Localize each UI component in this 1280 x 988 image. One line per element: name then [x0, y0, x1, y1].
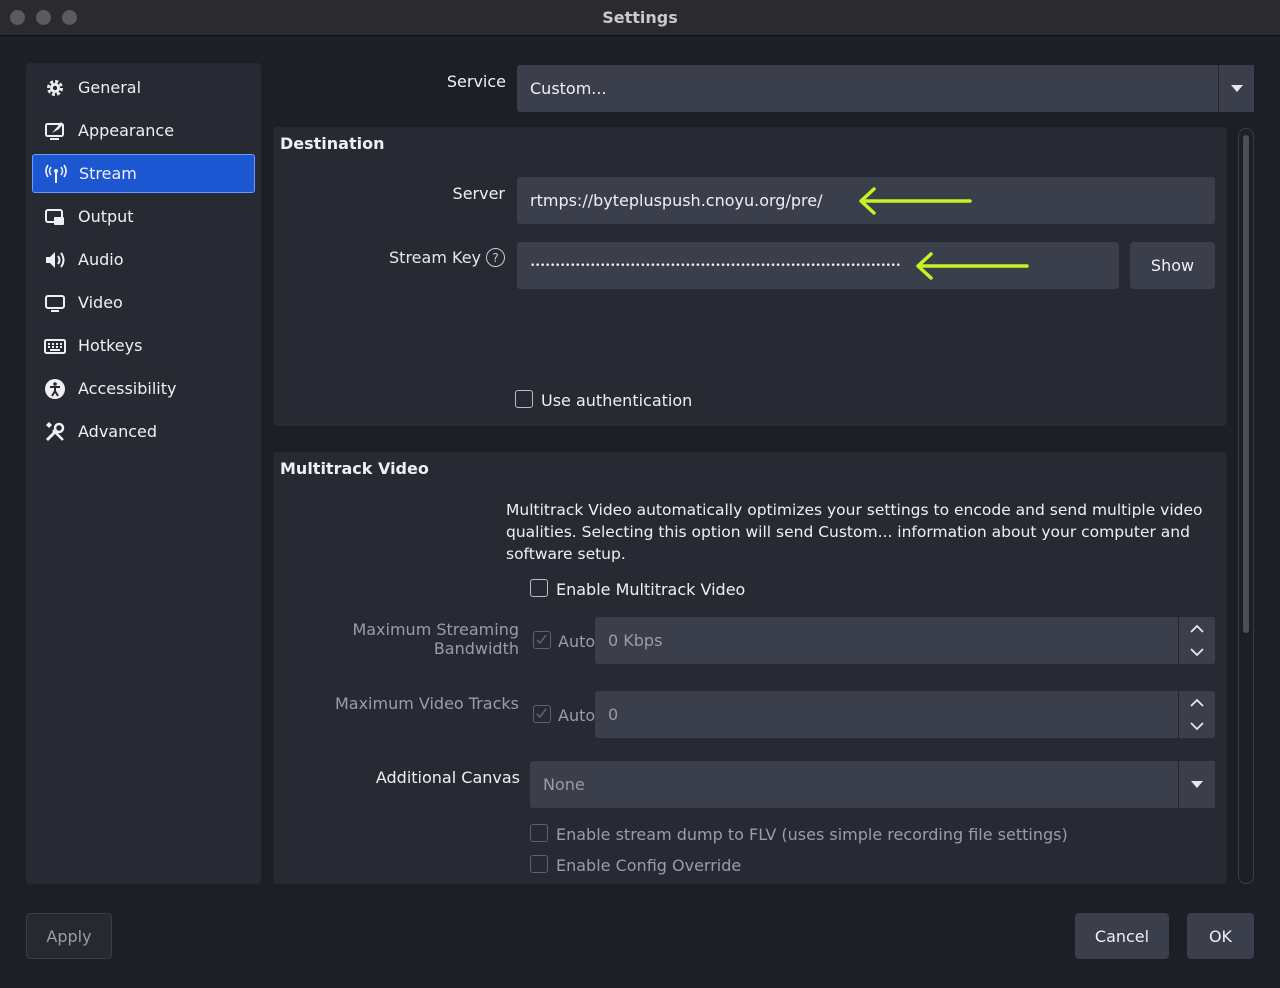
sidebar-item-label: Hotkeys	[78, 336, 143, 355]
stream-key-label-group: Stream Key ?	[373, 248, 505, 267]
chevron-up-icon[interactable]	[1179, 617, 1214, 641]
window-title: Settings	[602, 8, 678, 27]
service-dropdown-button[interactable]	[1218, 65, 1254, 112]
service-value: Custom...	[530, 79, 607, 98]
use-authentication-label: Use authentication	[541, 391, 693, 410]
bandwidth-label: Maximum Streaming Bandwidth	[352, 620, 519, 658]
sidebar-item-video[interactable]: Video	[32, 283, 255, 322]
service-label: Service	[446, 72, 506, 91]
appearance-icon	[44, 120, 66, 142]
sidebar-item-stream[interactable]: Stream	[32, 154, 255, 193]
stream-key-label: Stream Key	[389, 248, 481, 267]
output-icon	[44, 206, 66, 228]
bandwidth-auto-checkbox[interactable]	[533, 631, 551, 649]
multitrack-group: Multitrack Video Multitrack Video automa…	[273, 452, 1227, 884]
settings-scrollbar[interactable]	[1238, 128, 1254, 884]
enable-multitrack-checkbox[interactable]	[530, 579, 548, 597]
bandwidth-input[interactable]: 0 Kbps	[595, 617, 1215, 664]
bandwidth-value: 0 Kbps	[608, 631, 663, 650]
monitor-icon	[44, 292, 66, 314]
tracks-auto-checkbox[interactable]	[533, 705, 551, 723]
antenna-icon	[45, 163, 67, 185]
annotation-arrow-icon	[915, 251, 1029, 280]
sidebar-item-output[interactable]: Output	[32, 197, 255, 236]
stream-key-input[interactable]: ••••••••••••••••••••••••••••••••••••••••…	[517, 242, 1119, 289]
service-select[interactable]: Custom...	[517, 65, 1254, 112]
ok-button[interactable]: OK	[1187, 913, 1254, 959]
checkmark-icon	[536, 634, 547, 645]
help-icon[interactable]: ?	[486, 248, 505, 267]
server-label: Server	[452, 184, 505, 203]
video-tracks-label: Maximum Video Tracks	[334, 694, 519, 713]
server-input[interactable]: rtmps://bytepluspush.cnoyu.org/pre/	[517, 177, 1215, 224]
config-override-label: Enable Config Override	[556, 856, 742, 875]
tracks-auto-label: Auto	[558, 706, 596, 725]
show-key-button[interactable]: Show	[1130, 242, 1215, 289]
sidebar-item-label: Video	[78, 293, 123, 312]
sidebar-item-label: Audio	[78, 250, 124, 269]
checkmark-icon	[536, 708, 547, 719]
video-tracks-value: 0	[608, 705, 619, 724]
sidebar-item-advanced[interactable]: Advanced	[32, 412, 255, 451]
config-override-checkbox[interactable]	[530, 855, 548, 873]
bandwidth-spinner[interactable]	[1178, 617, 1214, 664]
video-tracks-spinner[interactable]	[1178, 691, 1214, 738]
tools-icon	[44, 421, 66, 443]
destination-group: Destination Server rtmps://bytepluspush.…	[273, 127, 1227, 426]
settings-sidebar: General Appearance Stream Output Audio V…	[26, 63, 261, 884]
annotation-arrow-icon	[859, 186, 973, 215]
chevron-down-icon	[1191, 781, 1203, 788]
additional-canvas-label: Additional Canvas	[375, 768, 520, 787]
stream-dump-checkbox[interactable]	[530, 824, 548, 842]
chevron-down-icon[interactable]	[1179, 641, 1214, 665]
sidebar-item-appearance[interactable]: Appearance	[32, 111, 255, 150]
sidebar-item-label: Stream	[79, 164, 137, 183]
stream-dump-label: Enable stream dump to FLV (uses simple r…	[556, 825, 1068, 844]
additional-canvas-select[interactable]: None	[530, 761, 1215, 808]
sidebar-item-hotkeys[interactable]: Hotkeys	[32, 326, 255, 365]
chevron-down-icon	[1230, 85, 1243, 92]
scrollbar-thumb[interactable]	[1243, 135, 1249, 633]
chevron-up-icon[interactable]	[1179, 691, 1214, 715]
additional-canvas-value: None	[543, 775, 585, 794]
enable-multitrack-label: Enable Multitrack Video	[556, 580, 746, 599]
destination-title: Destination	[280, 134, 385, 153]
multitrack-description: Multitrack Video automatically optimizes…	[506, 501, 1203, 563]
gear-icon	[44, 77, 66, 99]
additional-canvas-dropdown-button[interactable]	[1178, 761, 1215, 808]
sidebar-item-label: General	[78, 78, 142, 97]
sidebar-item-label: Accessibility	[78, 379, 177, 398]
cancel-button[interactable]: Cancel	[1075, 913, 1169, 959]
sidebar-item-audio[interactable]: Audio	[32, 240, 255, 279]
title-bar: Settings	[0, 0, 1280, 36]
video-tracks-input[interactable]: 0	[595, 691, 1215, 738]
sidebar-item-label: Appearance	[78, 121, 175, 140]
keyboard-icon	[44, 335, 66, 357]
accessibility-icon	[44, 378, 66, 400]
server-value: rtmps://bytepluspush.cnoyu.org/pre/	[530, 191, 823, 210]
apply-button[interactable]: Apply	[26, 913, 112, 959]
chevron-down-icon[interactable]	[1179, 715, 1214, 739]
bandwidth-auto-label: Auto	[558, 632, 596, 651]
sidebar-item-label: Advanced	[78, 422, 158, 441]
use-authentication-checkbox[interactable]	[515, 390, 533, 408]
sidebar-item-accessibility[interactable]: Accessibility	[32, 369, 255, 408]
multitrack-title: Multitrack Video	[280, 459, 429, 478]
stream-key-value: ••••••••••••••••••••••••••••••••••••••••…	[530, 260, 901, 271]
settings-window: General Appearance Stream Output Audio V…	[0, 36, 1280, 988]
sidebar-item-label: Output	[78, 207, 134, 226]
speaker-icon	[44, 249, 66, 271]
sidebar-item-general[interactable]: General	[32, 68, 255, 107]
